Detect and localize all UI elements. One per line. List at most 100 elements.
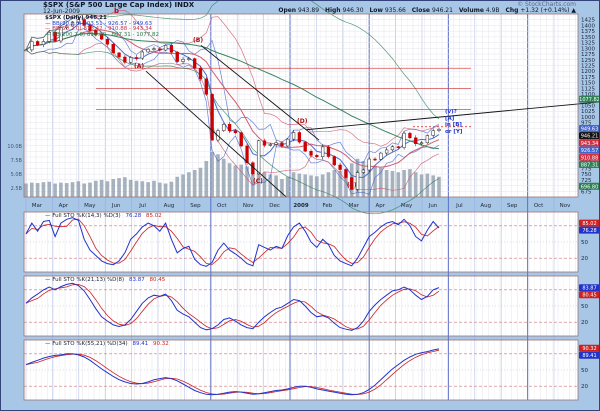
stoch-slow-legend: — Full STO %K(55,21) %D(34) 89.41 90.32 [45, 341, 169, 347]
candle-body [374, 159, 377, 160]
candle-body [205, 79, 208, 94]
stoch-fast-d-value: 85.02 [146, 213, 162, 219]
stoch-tick-label: 50 [581, 368, 588, 374]
candle-body [187, 59, 190, 60]
volume-bar [181, 175, 185, 198]
candle-body [339, 165, 342, 170]
candle-body [123, 57, 126, 62]
candle-body [42, 41, 45, 44]
volume-bar [59, 183, 63, 197]
volume-bar [175, 177, 179, 197]
month-label: Jul [455, 203, 463, 209]
volume-bar [420, 175, 424, 198]
candle-body [147, 49, 150, 52]
volume-bar [94, 181, 98, 197]
volume-bar [53, 184, 57, 198]
stoch-medium-d-value: 80.45 [149, 277, 165, 283]
stoch-tag-text: 83.87 [582, 286, 596, 292]
close-value: 946.21 [432, 7, 453, 14]
stoch-tag-text: 90.32 [582, 346, 596, 352]
price-tick-label: 750 [581, 172, 592, 178]
volume-bar [146, 182, 150, 197]
chart-canvas: MarAprMayJunJulAugSepOctNovDec2009FebMar… [1, 1, 600, 411]
volume-bar [82, 184, 86, 198]
candle-body [333, 157, 336, 165]
volume-bar [309, 175, 313, 197]
volume-bar [135, 181, 139, 197]
volume-bar [228, 163, 232, 197]
stoch-tick-label: 50 [581, 304, 588, 310]
candle-body [321, 147, 324, 157]
candle-body [158, 49, 161, 50]
candle-body [432, 131, 435, 136]
month-label: Jun [428, 203, 438, 209]
volume-bar [385, 170, 389, 197]
price-tick-label: 1300 [581, 46, 595, 52]
month-label: Nov [560, 203, 571, 209]
volume-bar [408, 169, 412, 197]
volume-bar [239, 165, 243, 197]
volume-bar [292, 172, 296, 197]
wave-label-C: (C) [253, 178, 263, 185]
volume-label: Volume [459, 7, 484, 14]
price-tick-label: 1175 [581, 75, 595, 81]
volume-bar [205, 161, 209, 197]
candle-body [25, 50, 28, 51]
volume-bar [24, 184, 28, 198]
stoch-tag-text: 76.28 [582, 228, 596, 234]
candle-body [409, 133, 412, 138]
price-tag-text: 887.31 [581, 162, 599, 168]
candle-body [228, 124, 231, 130]
price-tag-text: 910.88 [581, 155, 599, 161]
quote-summary: Open 943.89 High 946.30 Low 935.66 Close… [274, 7, 576, 14]
stoch-slow-k-value: 89.41 [132, 341, 148, 347]
stoch-d-line [26, 350, 439, 394]
month-label: Dec [269, 203, 280, 209]
stoch-tick-label: 20 [581, 384, 588, 390]
volume-bar [245, 166, 249, 197]
volume-bar [187, 172, 191, 197]
candle-body [379, 153, 382, 159]
volume-bar [158, 183, 162, 197]
candle-body [257, 141, 260, 174]
candle-body [420, 143, 423, 144]
volume-axis-label: 5.0B [3, 172, 22, 178]
candle-body [269, 144, 272, 145]
volume-bar [152, 181, 156, 197]
price-tag-text: 696.80 [581, 184, 599, 190]
candle-body [426, 135, 429, 142]
volume-bar [36, 183, 40, 197]
chg-value: +1.32 (+0.14%) [520, 7, 569, 14]
wave-count-notes: (v)? [A] in [B] or [Y] [445, 109, 462, 135]
stoch-slow-d-value: 90.32 [153, 341, 169, 347]
wave-label-A: (A) [134, 63, 144, 70]
volume-bar [199, 168, 203, 197]
volume-bar [298, 174, 302, 197]
volume-bar [303, 175, 307, 198]
volume-bar [234, 166, 238, 198]
volume-bar [222, 159, 226, 197]
volume-bar [106, 181, 110, 197]
month-label: Nov [243, 203, 254, 209]
month-label: Mar [349, 203, 360, 209]
wave-label-B: (B) [193, 37, 203, 44]
open-value: 943.89 [298, 7, 319, 14]
volume-bar [193, 170, 197, 197]
candle-body [182, 59, 185, 61]
month-label: May [401, 203, 413, 209]
month-label: Oct [217, 203, 227, 209]
month-label: Apr [375, 203, 385, 209]
price-tick-label: 1150 [581, 81, 595, 87]
stoch-tag-text: 80.45 [582, 293, 596, 299]
candle-body [118, 53, 121, 57]
candle-body [310, 151, 313, 155]
candle-body [246, 146, 249, 163]
price-tick-label: 1125 [581, 86, 595, 92]
stoch-tag-text: 89.41 [582, 353, 596, 359]
open-label: Open [278, 7, 296, 14]
band-mid [26, 30, 439, 167]
stoch-medium-legend: — Full STO %K(21,13) %D(8) 83.87 80.45 [45, 277, 165, 283]
stoch-fast-k-value: 76.28 [125, 213, 141, 219]
chg-direction-icon: ▲ [571, 7, 576, 14]
price-tick-label: 1275 [581, 52, 595, 58]
